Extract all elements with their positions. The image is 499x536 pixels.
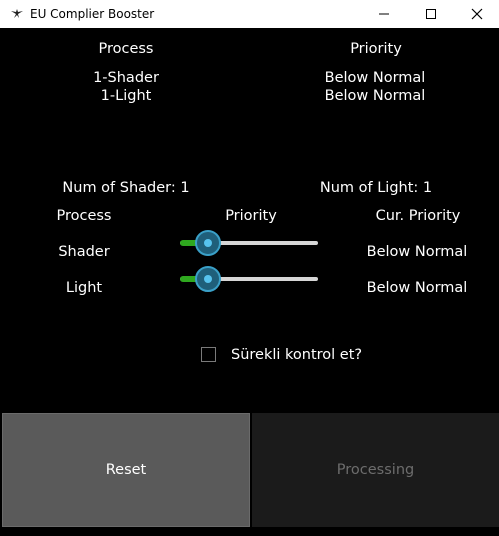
process-column-header: Process (98, 41, 154, 57)
continuous-check-checkbox[interactable] (201, 347, 216, 362)
continuous-check-label[interactable]: Sürekli kontrol et? (231, 346, 362, 364)
priority-list-item: Below Normal (324, 88, 426, 104)
window-title: EU Complier Booster (30, 7, 155, 21)
title-bar: EU Complier Booster (0, 0, 499, 28)
controls-process-header: Process (56, 208, 112, 224)
app-bird-icon (11, 9, 23, 18)
process-list-item: 1-Shader (93, 70, 159, 86)
reset-button[interactable]: Reset (2, 413, 250, 527)
processing-button-label: Processing (336, 462, 415, 478)
light-count-label: Num of Light: 1 (319, 180, 433, 196)
priority-column-header: Priority (350, 41, 402, 57)
slider-handle[interactable] (195, 266, 221, 292)
light-current-priority: Below Normal (366, 280, 468, 296)
reset-button-label: Reset (105, 462, 147, 478)
light-row-label: Light (65, 280, 103, 296)
current-priority-header: Cur. Priority (375, 208, 461, 224)
process-list-item: 1-Light (100, 88, 152, 104)
minimize-icon (379, 13, 389, 15)
processing-button[interactable]: Processing (252, 413, 499, 527)
shader-row-label: Shader (58, 244, 110, 260)
priority-list-item: Below Normal (324, 70, 426, 86)
shader-current-priority: Below Normal (366, 244, 468, 260)
light-priority-slider[interactable] (180, 263, 320, 295)
maximize-button[interactable] (408, 0, 454, 28)
slider-handle[interactable] (195, 230, 221, 256)
shader-priority-slider[interactable] (180, 227, 320, 259)
controls-priority-header: Priority (225, 208, 277, 224)
close-button[interactable] (454, 0, 499, 28)
shader-count-label: Num of Shader: 1 (62, 180, 190, 196)
close-icon (471, 8, 483, 20)
minimize-button[interactable] (361, 0, 407, 28)
maximize-icon (426, 9, 436, 19)
